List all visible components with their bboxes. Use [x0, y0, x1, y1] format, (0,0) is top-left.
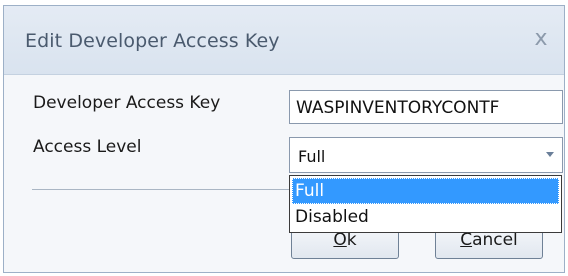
chevron-down-icon[interactable] [546, 152, 554, 157]
developer-access-key-input[interactable]: WASPINVENTORYCONTF [289, 90, 563, 124]
cancel-mnemonic: C [460, 230, 473, 250]
developer-access-key-value: WASPINVENTORYCONTF [296, 98, 500, 118]
developer-access-key-label: Developer Access Key [33, 93, 221, 113]
cancel-label-rest: ancel [472, 230, 518, 250]
ok-label-rest: k [346, 230, 357, 250]
access-level-dropdown-list: Full Disabled [289, 175, 562, 233]
separator-line [32, 189, 294, 190]
dialog-body: Developer Access Key WASPINVENTORYCONTF … [4, 75, 564, 272]
access-level-selected-value: Full [298, 147, 326, 166]
access-level-select[interactable]: Full [289, 137, 563, 173]
dropdown-option-full[interactable]: Full [292, 178, 559, 204]
edit-developer-access-key-dialog: Edit Developer Access Key x Developer Ac… [3, 5, 565, 273]
access-level-label: Access Level [33, 137, 142, 157]
dropdown-option-disabled[interactable]: Disabled [292, 204, 559, 230]
dialog-title: Edit Developer Access Key [25, 30, 280, 52]
title-bar: Edit Developer Access Key x [4, 6, 564, 75]
close-icon[interactable]: x [528, 26, 554, 52]
ok-mnemonic: O [333, 230, 347, 250]
